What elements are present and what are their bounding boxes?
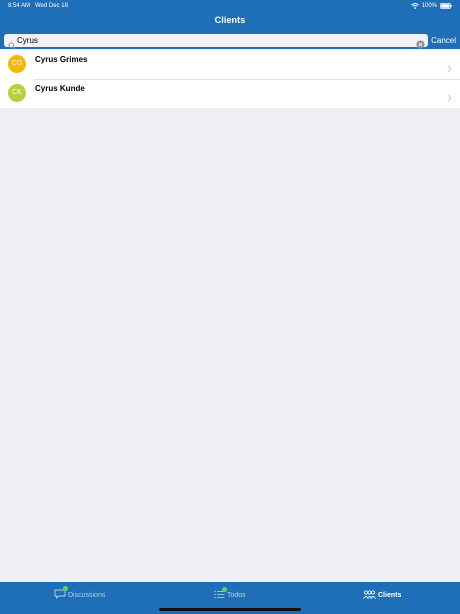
- search-bar: Cancel: [0, 32, 460, 50]
- clear-icon[interactable]: [416, 36, 425, 49]
- notification-badge: [222, 586, 227, 592]
- search-field[interactable]: [4, 34, 428, 50]
- status-right: 100%: [410, 0, 452, 12]
- tab-label: Discussions: [68, 591, 106, 599]
- status-date: Wed Dec 18: [35, 3, 68, 9]
- wifi-icon: [410, 3, 419, 9]
- avatar: CG: [8, 55, 26, 73]
- client-list: CG Cyrus Grimes CK Cyrus Kunde: [0, 50, 460, 108]
- avatar: CK: [8, 84, 26, 102]
- chevron-right-icon: [447, 60, 452, 73]
- status-time: 8:54 AM: [8, 3, 31, 9]
- chevron-right-icon: [447, 89, 452, 102]
- tab-discussions[interactable]: Discussions: [54, 586, 106, 602]
- header: 8:54 AM Wed Dec 18 100% Clients Cyrus Ca…: [0, 0, 460, 50]
- page-title: Clients: [214, 15, 246, 25]
- status-bar: 8:54 AM Wed Dec 18 100%: [0, 0, 460, 12]
- tab-bar: Discussions Todos Clients: [0, 582, 460, 614]
- nav-bar: Clients: [0, 12, 460, 32]
- list-item[interactable]: CK Cyrus Kunde: [0, 79, 460, 108]
- battery-icon: [440, 3, 452, 9]
- home-indicator: [159, 608, 301, 611]
- list-icon: [214, 586, 227, 601]
- tab-todos[interactable]: Todos: [214, 586, 246, 602]
- cancel-button[interactable]: Cancel: [431, 36, 456, 45]
- people-icon: [363, 589, 376, 601]
- list-item[interactable]: CG Cyrus Grimes: [0, 50, 460, 79]
- chat-bubble-icon: [54, 586, 68, 601]
- tab-clients[interactable]: Clients: [363, 588, 401, 602]
- client-name: Cyrus Kunde: [35, 84, 85, 93]
- notification-badge: [63, 586, 68, 591]
- tab-label: Todos: [227, 591, 246, 599]
- tab-label: Clients: [378, 591, 402, 599]
- client-name: Cyrus Grimes: [35, 55, 88, 64]
- search-input[interactable]: [17, 34, 417, 47]
- search-icon: [8, 37, 16, 50]
- battery-percent: 100%: [421, 3, 437, 9]
